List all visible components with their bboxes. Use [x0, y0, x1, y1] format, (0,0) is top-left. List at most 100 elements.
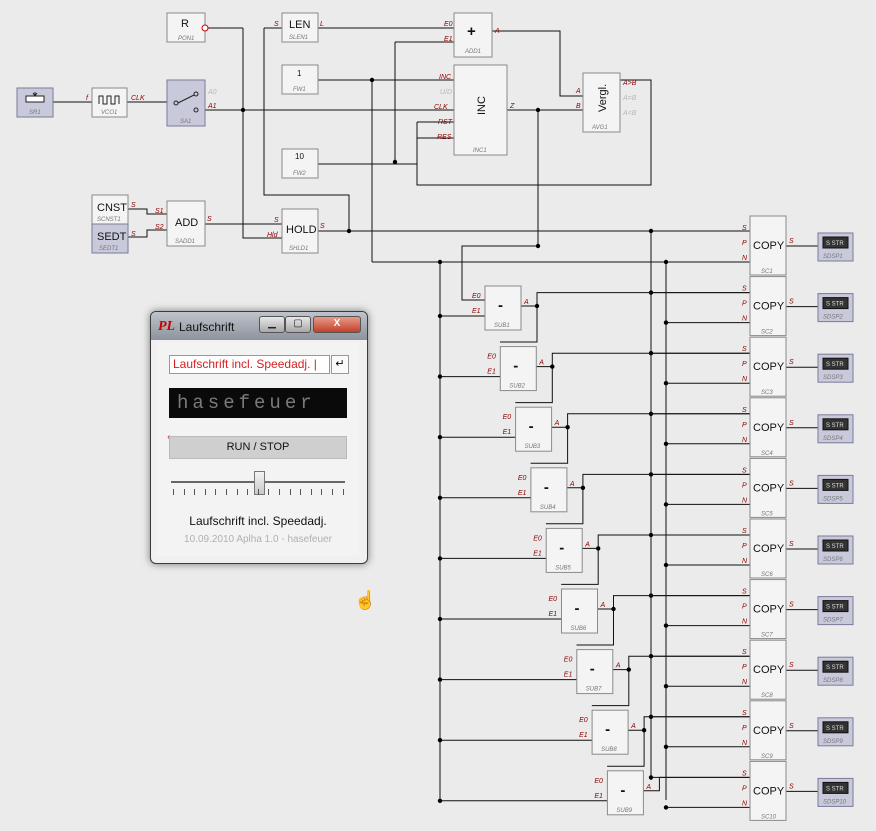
fw1-block[interactable]: 1 FW1	[281, 64, 319, 95]
copy-port-p: P	[742, 240, 747, 247]
maximize-button[interactable]: ▢	[285, 316, 311, 333]
copy-caption: SC7	[761, 633, 773, 639]
add1-caption: ADD1	[464, 49, 481, 55]
fw2-block[interactable]: 10 FW2	[281, 148, 319, 179]
copy-block-5[interactable]: COPY SC5 S P N S	[742, 457, 794, 518]
display-label: S STR	[826, 362, 844, 368]
hold-block[interactable]: HOLD SHLD1 S Hld S	[267, 208, 325, 254]
copy-block-7[interactable]: COPY SC7 S P N S	[742, 579, 794, 640]
sub-out-port: A	[584, 541, 590, 548]
sub-block-8[interactable]: - SUB8 E0 E1 A	[579, 709, 636, 755]
display-block-9[interactable]: S STR SDSP9	[817, 717, 854, 747]
slider-tick	[268, 489, 270, 495]
sub-port-e0: E0	[487, 354, 496, 361]
copy-port-n: N	[742, 619, 748, 626]
copy-out-port: S	[789, 238, 794, 245]
copy-port-n: N	[742, 437, 748, 444]
display-block-8[interactable]: S STR SDSP8	[817, 656, 854, 686]
copy-block-1[interactable]: COPY SC1 S P N S	[742, 215, 794, 276]
sub-port-e0: E0	[503, 414, 512, 421]
len-block[interactable]: LEN SLEN1 S L	[274, 12, 324, 43]
copy-block-6[interactable]: COPY SC6 S P N S	[742, 518, 794, 579]
add1-block[interactable]: + ADD1 E0 E1 A	[444, 12, 500, 58]
sr1-caption: SR1	[29, 110, 41, 116]
close-button[interactable]: X	[313, 316, 361, 333]
window-caption: Laufschrift incl. Speedadj.	[189, 514, 327, 528]
speed-slider[interactable]	[169, 469, 349, 499]
copy-caption: SC5	[761, 511, 773, 517]
sub-caption: SUB1	[494, 323, 510, 329]
slider-thumb[interactable]	[253, 471, 265, 495]
run-stop-button[interactable]: RUN / STOP	[169, 436, 347, 459]
sa1-block[interactable]: SA1 A0 A1	[166, 79, 217, 127]
sa1-port-a0: A0	[207, 89, 217, 96]
copy-block-2[interactable]: COPY SC2 S P N S	[742, 276, 794, 337]
laufschrift-window[interactable]: PL Laufschrift ▁ ▢ X Laufschrift incl. S…	[150, 311, 368, 564]
window-body: Laufschrift incl. Speedadj. | ↵ hasefeue…	[157, 342, 359, 556]
copy-caption: SC6	[761, 572, 773, 578]
copy-caption: SC2	[761, 330, 773, 336]
window-title-bar[interactable]: PL Laufschrift ▁ ▢ X	[151, 312, 367, 340]
sub-block-7[interactable]: - SUB7 E0 E1 A	[564, 649, 621, 695]
display-block-6[interactable]: S STR SDSP6	[817, 535, 854, 565]
sub-block-1[interactable]: - SUB1 E0 E1 A	[472, 285, 529, 331]
display-block-5[interactable]: S STR SDSP5	[817, 474, 854, 504]
copy-out-port: S	[789, 662, 794, 669]
inc-label: INC	[476, 96, 488, 115]
display-caption: SDSP9	[823, 739, 843, 745]
display-block-7[interactable]: S STR SDSP7	[817, 596, 854, 626]
hand-cursor-icon: ☝	[354, 590, 377, 610]
vergl-out-eq: A=B	[622, 95, 637, 102]
copy-block-4[interactable]: COPY SC4 S P N S	[742, 397, 794, 458]
sedt-block[interactable]: SEDT SEDT1 S	[91, 223, 136, 254]
sub-block-3[interactable]: - SUB3 E0 E1 A	[503, 406, 560, 452]
add1-out: A	[494, 28, 500, 35]
sub-caption: SUB3	[525, 444, 541, 450]
inc-port-res: RES	[437, 134, 452, 141]
sedt-out: S	[131, 231, 136, 238]
hold-caption: SHLD1	[289, 246, 308, 252]
sub-out-port: A	[538, 360, 544, 367]
add-block[interactable]: ADD SADD1 S1 S2 S	[155, 200, 212, 247]
marquee-text-input[interactable]: Laufschrift incl. Speedadj. |	[169, 355, 330, 374]
display-label: S STR	[826, 483, 844, 489]
sub-port-e0: E0	[533, 535, 542, 542]
display-block-10[interactable]: S STR SDSP10	[817, 777, 854, 807]
sub-port-e1: E1	[472, 308, 481, 315]
sub-block-5[interactable]: - SUB5 E0 E1 A	[533, 527, 590, 573]
display-block-1[interactable]: S STR SDSP1	[817, 232, 854, 262]
sub-block-6[interactable]: - SUB6 E0 E1 A	[549, 588, 606, 634]
copy-out-port: S	[789, 602, 794, 609]
vergl-block[interactable]: Vergl. AVG1 A B A>B A=B A<B	[575, 72, 637, 133]
sedt-caption: SEDT1	[99, 246, 118, 252]
sub-out-port: A	[645, 784, 651, 791]
sub-label: -	[575, 600, 580, 617]
pon1-block[interactable]: R PON1	[166, 12, 209, 43]
copy-block-3[interactable]: COPY SC3 S P N S	[742, 336, 794, 397]
display-block-2[interactable]: S STR SDSP2	[817, 293, 854, 323]
display-block-4[interactable]: S STR SDSP4	[817, 414, 854, 444]
sa1-port-a1: A1	[207, 103, 217, 110]
enter-button[interactable]: ↵	[331, 355, 349, 374]
sub-label: -	[590, 661, 595, 678]
display-caption: SDSP2	[823, 315, 843, 321]
copy-out-port: S	[789, 299, 794, 306]
sub-block-4[interactable]: - SUB4 E0 E1 A	[518, 467, 575, 513]
sub-block-2[interactable]: - SUB2 E0 E1 A	[487, 346, 544, 392]
inc-block[interactable]: INC INC1 INC U/D CLK RST RES Z	[434, 64, 515, 156]
copy-block-10[interactable]: COPY SC10 S P N S	[742, 760, 794, 821]
copy-caption: SC9	[761, 754, 773, 760]
copy-out-port: S	[789, 723, 794, 730]
copy-block-9[interactable]: COPY SC9 S P N S	[742, 700, 794, 761]
copy-block-8[interactable]: COPY SC8 S P N S	[742, 639, 794, 700]
sub-label: -	[513, 358, 518, 375]
slider-tick	[321, 489, 323, 495]
vergl-out-lt: A<B	[622, 110, 637, 117]
copy-port-p: P	[742, 543, 747, 550]
sub-block-9[interactable]: - SUB9 E0 E1 A	[594, 770, 651, 816]
minimize-button[interactable]: ▁	[259, 316, 285, 333]
sub-out-port: A	[554, 420, 560, 427]
copy-label: COPY	[753, 361, 785, 373]
copy-out-port: S	[789, 783, 794, 790]
display-block-3[interactable]: S STR SDSP3	[817, 353, 854, 383]
